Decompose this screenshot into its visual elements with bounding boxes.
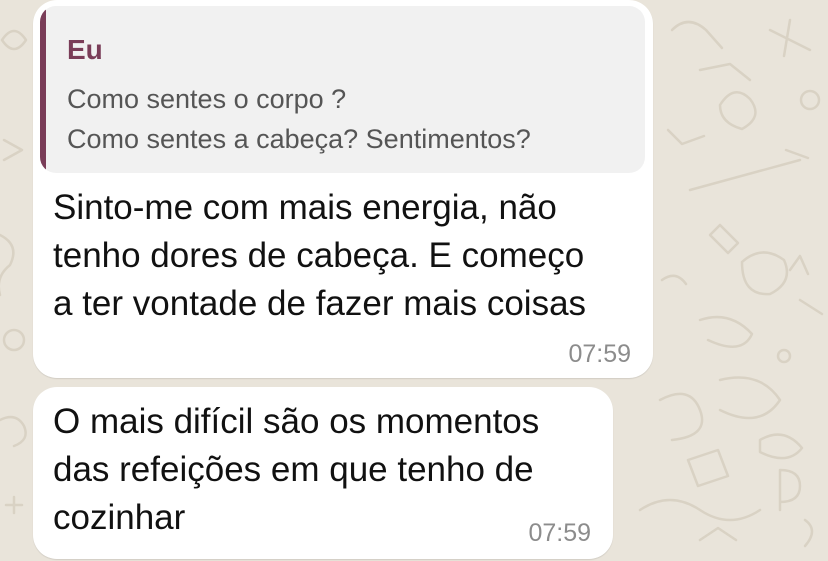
message-text-line: das refeições em que tenho de [53,450,534,489]
quoted-reply[interactable]: Eu Como sentes o corpo ? Como sentes a c… [40,6,645,173]
message-text-line: Sinto-me com mais energia, não [53,188,557,227]
message-text-line: a ter vontade de fazer mais coisas [53,284,587,323]
quote-text-line: Como sentes o corpo ? [67,84,347,114]
message-text-line: tenho dores de cabeça. E começo [53,236,585,275]
quote-text-line: Como sentes a cabeça? Sentimentos? [67,124,531,154]
message-text-line: O mais difícil são os momentos [53,402,540,441]
message-timestamp: 07:59 [528,519,591,547]
message-bubble[interactable]: Eu Como sentes o corpo ? Como sentes a c… [33,0,653,378]
message-timestamp: 07:59 [568,340,631,368]
quote-accent-bar [40,6,46,173]
message-bubble[interactable]: O mais difícil são os momentos das refei… [33,387,613,559]
message-text-line: cozinhar [53,498,186,537]
quote-author: Eu [67,34,103,65]
